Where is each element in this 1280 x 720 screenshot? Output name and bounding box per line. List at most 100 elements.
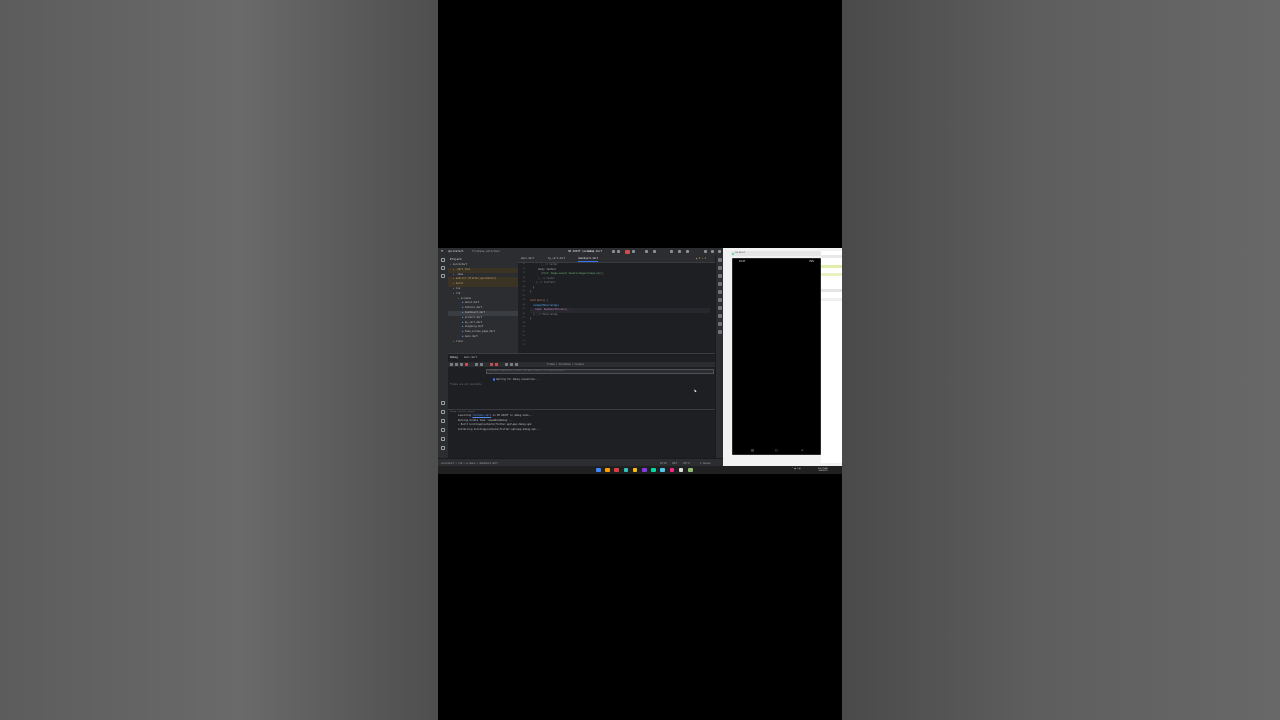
tree-item-label: android [flutter_quickstart] bbox=[455, 277, 497, 281]
taskbar-app-icon[interactable] bbox=[596, 467, 601, 472]
tab-dashboard-dart[interactable]: dashboard.dart bbox=[578, 257, 599, 262]
project-selector[interactable]: quickstart bbox=[448, 250, 464, 254]
taskbar-app-icon[interactable] bbox=[642, 467, 647, 472]
bookmarks-icon[interactable] bbox=[718, 322, 722, 326]
debug-tool-icon[interactable] bbox=[441, 437, 445, 441]
breadcrumb[interactable]: quickstart > lib > screens > dashboard.d… bbox=[441, 462, 498, 465]
mute-breakpoints-icon[interactable] bbox=[490, 363, 493, 366]
device-manager-icon[interactable] bbox=[645, 250, 648, 253]
evaluate-expression-input[interactable]: Evaluate expression (Enter) or add a wat… bbox=[486, 369, 714, 374]
project-panel-title: Project bbox=[450, 257, 462, 261]
version-control-icon[interactable] bbox=[441, 428, 445, 432]
cursor-position[interactable]: 48:29 bbox=[660, 462, 667, 465]
flutter-performance-icon[interactable] bbox=[718, 274, 722, 278]
services-tool-icon[interactable] bbox=[441, 401, 445, 405]
system-tray-icons[interactable]: ⌃ ◉ ♪ ▤ bbox=[792, 468, 801, 470]
branch-selector[interactable]: firebase_auth/main bbox=[472, 250, 500, 254]
run-config-selector[interactable]: main.dart bbox=[588, 250, 602, 254]
hot-reload-debug-icon[interactable] bbox=[510, 363, 513, 366]
taskbar-app-icon[interactable] bbox=[669, 467, 675, 472]
view-breakpoints-icon[interactable] bbox=[495, 363, 498, 366]
commit-tool-icon[interactable] bbox=[441, 266, 445, 270]
tab-main-dart[interactable]: main.dart bbox=[521, 257, 534, 261]
panel-highlight bbox=[821, 273, 842, 276]
taskbar-app-icon[interactable] bbox=[678, 467, 684, 472]
inspection-warnings[interactable]: ▲ 5 ✕ 2 bbox=[696, 257, 706, 261]
database-icon[interactable] bbox=[718, 306, 722, 310]
taskbar-app-icon[interactable] bbox=[623, 467, 629, 472]
hot-reload-icon[interactable] bbox=[632, 250, 635, 253]
step-into-icon[interactable] bbox=[480, 363, 483, 366]
recents-button[interactable]: ||| bbox=[751, 448, 754, 452]
run-icon[interactable] bbox=[612, 250, 615, 253]
settings-gear-icon[interactable] bbox=[678, 250, 681, 253]
taskbar-app-icon[interactable] bbox=[660, 467, 665, 472]
line-number: 48 bbox=[522, 321, 525, 324]
taskbar-app-icon[interactable] bbox=[605, 467, 610, 472]
stop-icon[interactable] bbox=[465, 363, 468, 366]
step-over-icon[interactable] bbox=[475, 363, 478, 366]
rerun-icon[interactable] bbox=[450, 363, 453, 366]
outline-icon[interactable] bbox=[718, 314, 722, 318]
more-options-icon[interactable] bbox=[515, 363, 518, 366]
back-button[interactable]: < bbox=[801, 448, 804, 452]
emulator-icon[interactable] bbox=[718, 298, 722, 302]
phone-screen[interactable]: 10:27 76% ||| ○ < bbox=[732, 258, 821, 455]
tab-my-cart-dart[interactable]: my_cart.dart bbox=[548, 257, 565, 261]
ide-window: ☰ quickstart firebase_auth/main SM A025F… bbox=[438, 248, 724, 467]
tree-item-label: screens bbox=[460, 296, 471, 300]
taskbar-app-icon[interactable] bbox=[632, 467, 638, 472]
terminal-tool-icon[interactable] bbox=[441, 410, 445, 414]
problems-tool-icon[interactable] bbox=[441, 419, 445, 423]
close-icon[interactable] bbox=[718, 250, 721, 253]
run-tool-icon[interactable] bbox=[441, 446, 445, 450]
emulator-titlebar[interactable]: SM A025F bbox=[731, 251, 821, 256]
editor-tabs: main.dart my_cart.dart dashboard.dart ▲ … bbox=[518, 255, 715, 263]
flutter-inspector-icon[interactable] bbox=[718, 266, 722, 270]
taskbar-app-icon[interactable] bbox=[651, 467, 656, 472]
code-editor[interactable]: main.dart my_cart.dart dashboard.dart ▲ … bbox=[518, 255, 715, 353]
tree-item-label: product.dart bbox=[464, 315, 483, 319]
resume-icon[interactable] bbox=[455, 363, 458, 366]
device-explorer-icon[interactable] bbox=[718, 282, 722, 286]
notifications-icon[interactable] bbox=[718, 258, 722, 262]
structure-tool-icon[interactable] bbox=[441, 274, 445, 278]
pause-icon[interactable] bbox=[460, 363, 463, 366]
taskbar-app-icon[interactable] bbox=[688, 467, 693, 472]
gradle-icon[interactable] bbox=[718, 290, 722, 294]
line-number: 36 bbox=[522, 267, 525, 270]
debug-panel: Debug main.dart Frames | Variables | Con… bbox=[448, 353, 715, 410]
tree-item-label: shopping.dart bbox=[464, 325, 484, 329]
indent-setting[interactable]: 2 spaces bbox=[700, 462, 711, 465]
tree-item-label: .dart_tool bbox=[455, 267, 471, 271]
account-icon[interactable] bbox=[686, 250, 689, 253]
minimize-icon[interactable] bbox=[704, 250, 707, 253]
tree-item-label: linux bbox=[455, 339, 464, 343]
file-encoding[interactable]: UTF-8 bbox=[683, 462, 690, 465]
debug-session-tab[interactable]: main.dart bbox=[464, 356, 477, 359]
debug-view-tabs[interactable]: Frames | Variables | Console bbox=[547, 363, 584, 366]
search-everywhere-icon[interactable] bbox=[670, 250, 673, 253]
desktop-screen: ☰ quickstart firebase_auth/main SM A025F… bbox=[438, 248, 842, 474]
debug-console[interactable]: Debug console output Launching lib\main.… bbox=[448, 409, 715, 460]
ai-assistant-icon[interactable] bbox=[718, 330, 722, 334]
tree-item[interactable]: ▸ linux bbox=[448, 340, 523, 345]
tree-item-label: build bbox=[455, 282, 464, 286]
taskbar-clock[interactable]: 10:27 AM 3/4/2023 bbox=[818, 468, 828, 473]
line-separator[interactable]: CRLF bbox=[672, 462, 677, 465]
video-frame: ☰ quickstart firebase_auth/main SM A025F… bbox=[438, 0, 842, 720]
tree-item-label: about.dart bbox=[464, 301, 480, 305]
stop-button[interactable] bbox=[625, 249, 630, 254]
code-area[interactable]: ), // Center body: Center( child: Image.… bbox=[530, 263, 710, 353]
project-tool-icon[interactable] bbox=[441, 258, 445, 262]
main-menu-icon[interactable]: ☰ bbox=[441, 250, 443, 254]
console-file-link[interactable]: lib\main.dart bbox=[472, 414, 491, 417]
search-icon[interactable] bbox=[653, 250, 656, 253]
taskbar-app-icon[interactable] bbox=[614, 467, 619, 472]
home-button[interactable]: ○ bbox=[775, 448, 778, 452]
debug-icon[interactable] bbox=[617, 250, 620, 253]
maximize-icon[interactable] bbox=[711, 250, 714, 253]
hot-restart-icon[interactable] bbox=[505, 363, 508, 366]
project-panel: Project ▾ quickstart ▸ .dart_tool ▸ .idea ▸… bbox=[448, 255, 532, 353]
code-line: } bbox=[530, 317, 532, 320]
